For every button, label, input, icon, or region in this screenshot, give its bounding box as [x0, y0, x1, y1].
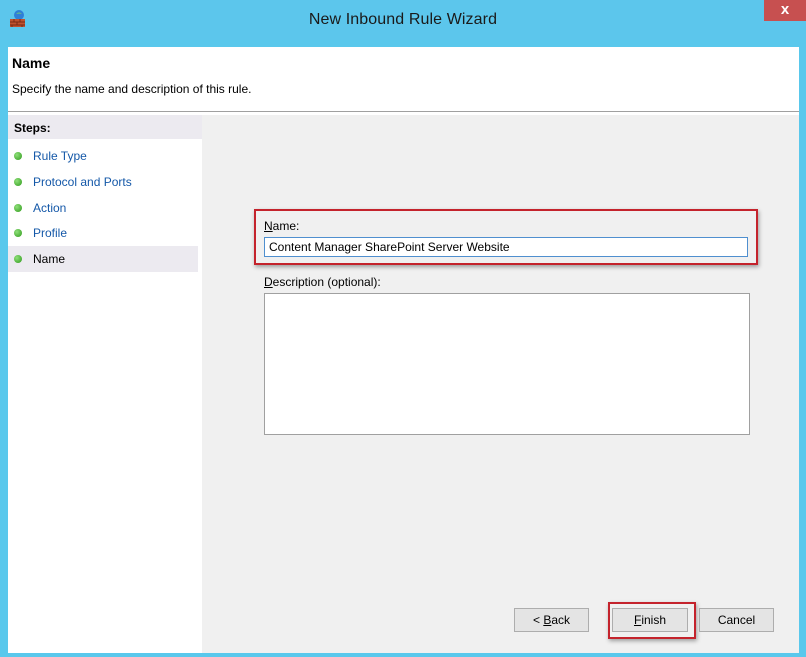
wizard-window: New Inbound Rule Wizard x Name Specify t… [0, 0, 806, 657]
steps-title: Steps: [14, 121, 51, 135]
description-label-text: escription (optional): [272, 275, 381, 289]
back-prefix: < [532, 613, 544, 627]
wizard-header: Name Specify the name and description of… [8, 47, 799, 112]
step-label: Profile [33, 226, 68, 240]
name-input[interactable] [264, 237, 748, 257]
step-profile[interactable]: Profile [8, 220, 198, 246]
step-bullet-icon [14, 204, 22, 212]
step-bullet-icon [14, 229, 22, 237]
step-bullet-icon [14, 178, 22, 186]
page-subheading: Specify the name and description of this… [12, 82, 252, 96]
back-button[interactable]: < Back [514, 608, 589, 632]
step-rule-type[interactable]: Rule Type [8, 143, 198, 169]
wizard-client-area: Name Specify the name and description of… [8, 47, 799, 653]
name-label-accelerator: N [264, 219, 273, 233]
step-action[interactable]: Action [8, 195, 198, 221]
close-icon: x [780, 1, 790, 18]
window-title: New Inbound Rule Wizard [308, 11, 498, 28]
wizard-content: Name: Description (optional): < Back Fin… [202, 115, 799, 653]
description-label-accelerator: D [264, 275, 273, 289]
step-bullet-icon [14, 152, 22, 160]
step-label: Protocol and Ports [33, 175, 132, 189]
step-label: Rule Type [33, 149, 87, 163]
step-protocol-and-ports[interactable]: Protocol and Ports [8, 169, 198, 195]
finish-text: inish [641, 613, 667, 627]
step-label: Action [33, 201, 67, 215]
step-label: Name [33, 252, 66, 266]
back-text: ack [551, 613, 571, 627]
step-bullet-icon [14, 255, 22, 263]
steps-panel: Steps: Rule Type Protocol and Ports Acti… [8, 115, 202, 653]
description-textarea[interactable] [264, 293, 750, 435]
name-label-text: ame: [272, 219, 300, 233]
description-label: Description (optional): [264, 275, 381, 289]
finish-button[interactable]: Finish [612, 608, 688, 632]
title-bar[interactable]: New Inbound Rule Wizard x [0, 0, 806, 40]
step-name-current: Name [8, 246, 198, 272]
page-heading: Name [12, 55, 51, 71]
close-button[interactable]: x [764, 0, 806, 21]
cancel-button[interactable]: Cancel [699, 608, 774, 632]
name-label: Name: [264, 219, 299, 233]
